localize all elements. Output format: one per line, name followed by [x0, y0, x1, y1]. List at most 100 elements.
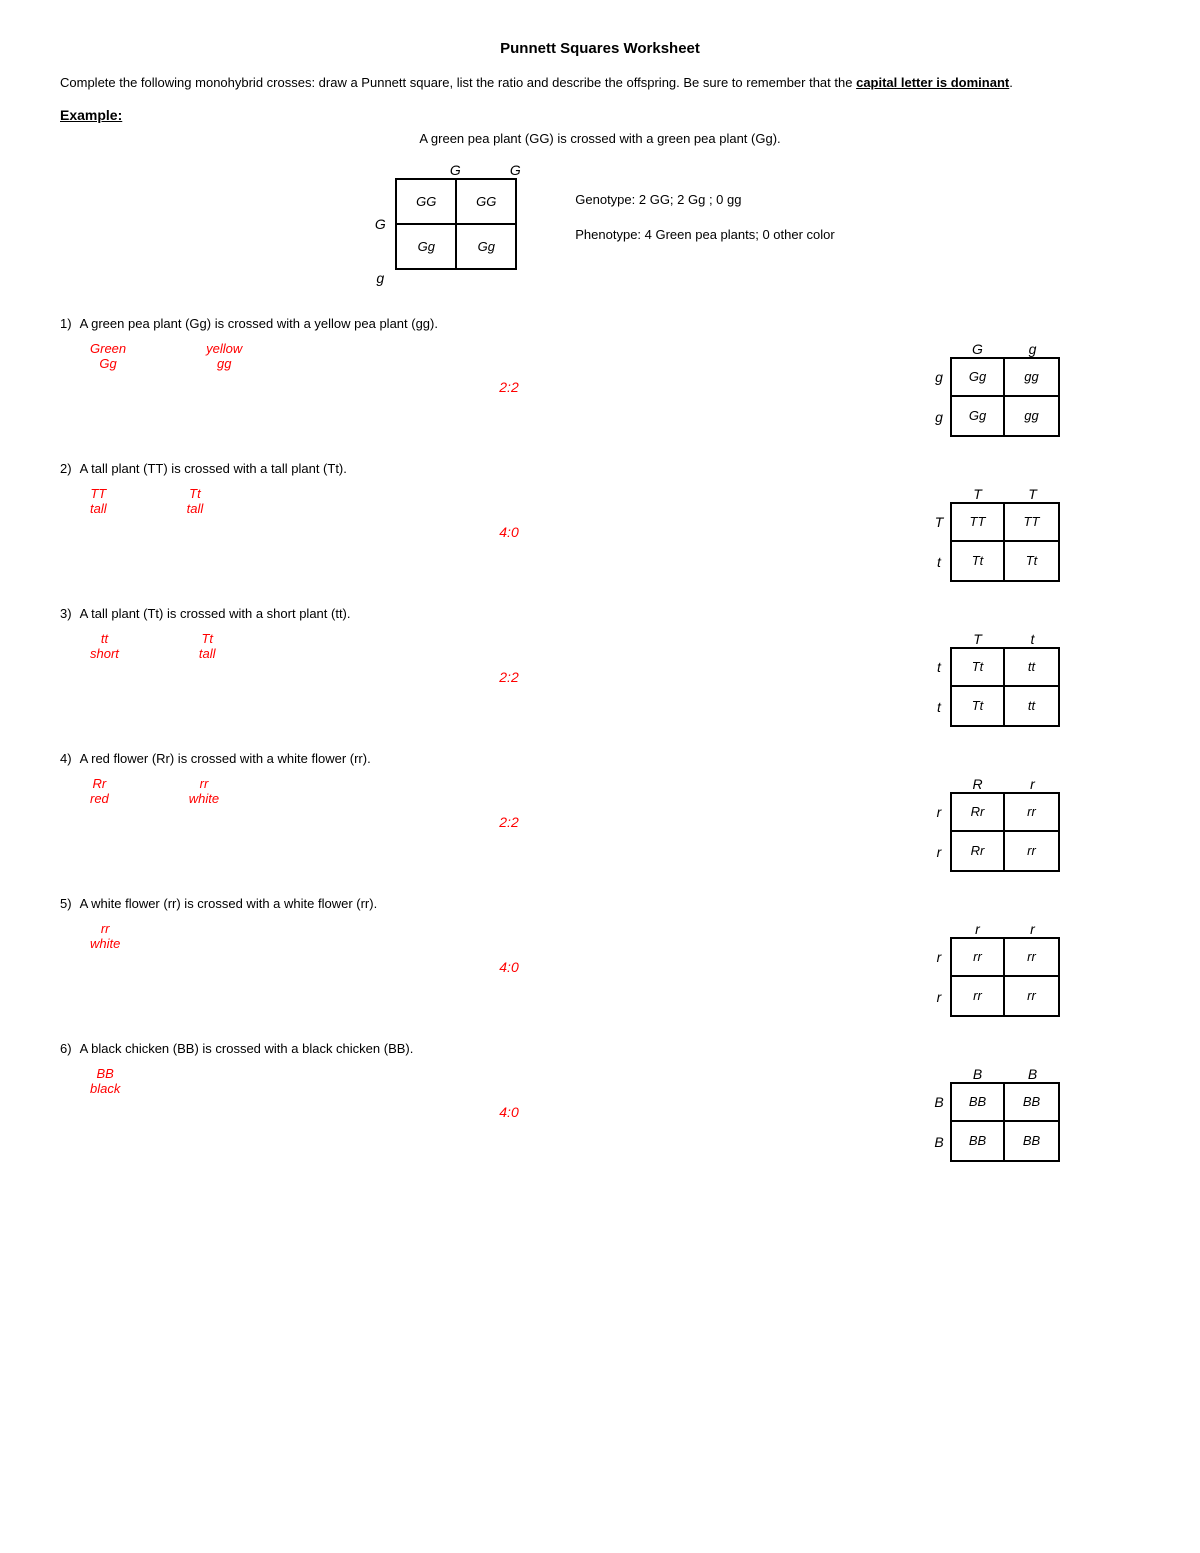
q6-row-label-2: B [928, 1134, 950, 1150]
q3-col-label-1: T [950, 631, 1005, 647]
q6-punnett: BBBBBBBBBBBB [928, 1066, 1060, 1162]
q2-left: TTtallTttall4:0 [60, 486, 928, 540]
q3-col-label-2: t [1005, 631, 1060, 647]
q1-left: GreenGgyellowgg2:2 [60, 341, 928, 395]
example-cell-3: Gg [397, 225, 457, 270]
q4-cell-4: rr [1005, 832, 1060, 872]
q1-col-label-1: G [950, 341, 1005, 357]
q4-left: Rrredrrwhite2:2 [60, 776, 928, 830]
q4-cell-3: Rr [950, 832, 1005, 872]
q2-cell-2: TT [1005, 502, 1060, 542]
q2-row-label-2: t [928, 554, 950, 570]
example-cell-2: GG [457, 180, 517, 225]
q2-row-label-1: T [928, 514, 950, 530]
q4-cell-1: Rr [950, 792, 1005, 832]
q6-answer-1: BBblack [90, 1066, 120, 1096]
q2-cell-4: Tt [1005, 542, 1060, 582]
q2-ratio: 4:0 [90, 524, 928, 540]
q4-text: A red flower (Rr) is crossed with a whit… [80, 751, 371, 766]
q3-left: ttshort Tttall 2:2 [60, 631, 928, 685]
question-4: 4) A red flower (Rr) is crossed with a wh… [60, 751, 1140, 872]
q5-text: A white flower (rr) is crossed with a wh… [80, 896, 378, 911]
q3-cell-3: Tt [950, 687, 1005, 727]
q3-ratio: 2:2 [90, 669, 928, 685]
example-label: Example: [60, 107, 1140, 123]
q5-cell-3: rr [950, 977, 1005, 1017]
example-cell-4: Gg [457, 225, 517, 270]
example-row-1: G GG GG Gg Gg [365, 178, 517, 270]
q1-col-label-2: g [1005, 341, 1060, 357]
q6-cell-4: BB [1005, 1122, 1060, 1162]
q4-punnett: RrrRrrrrRrrr [928, 776, 1060, 872]
q4-answer-1: Rrred [90, 776, 109, 806]
q6-col-label-1: B [950, 1066, 1005, 1082]
q1-cell-2: gg [1005, 357, 1060, 397]
q1-row-label-2: g [928, 409, 950, 425]
q4-ratio: 2:2 [90, 814, 928, 830]
q4-number: 4) [60, 751, 72, 766]
q3-text: A tall plant (Tt) is crossed with a shor… [80, 606, 351, 621]
q2-col-label-2: T [1005, 486, 1060, 502]
example-row-2: g [365, 270, 395, 286]
example-genotype: Genotype: 2 GG; 2 Gg ; 0 gg [575, 192, 834, 207]
q1-number: 1) [60, 316, 72, 331]
q5-cell-4: rr [1005, 977, 1060, 1017]
q4-row-label-1: r [928, 804, 950, 820]
q6-number: 6) [60, 1041, 72, 1056]
q6-text: A black chicken (BB) is crossed with a b… [80, 1041, 414, 1056]
question-6: 6) A black chicken (BB) is crossed with a… [60, 1041, 1140, 1162]
q1-cell-1: Gg [950, 357, 1005, 397]
question-5: 5) A white flower (rr) is crossed with a … [60, 896, 1140, 1017]
q3-row-label-2: t [928, 699, 950, 715]
q6-cell-1: BB [950, 1082, 1005, 1122]
q3-number: 3) [60, 606, 72, 621]
q5-row-label-1: r [928, 949, 950, 965]
example-col-labels: G G [425, 162, 545, 178]
q5-punnett: rrrrrrrrrrrr [928, 921, 1060, 1017]
q2-punnett: TTTTTTTtTtTt [928, 486, 1060, 582]
q1-answer-1: GreenGg [90, 341, 126, 371]
q5-left: rrwhite4:0 [60, 921, 928, 975]
q3-cell-1: Tt [950, 647, 1005, 687]
instructions: Complete the following monohybrid crosse… [60, 73, 1140, 93]
q6-col-label-2: B [1005, 1066, 1060, 1082]
example-cell-1: GG [397, 180, 457, 225]
q5-col-label-1: r [950, 921, 1005, 937]
q6-cell-2: BB [1005, 1082, 1060, 1122]
example-col-label-1: G [425, 162, 485, 178]
question-2: 2)A tall plant (TT) is crossed with a ta… [60, 461, 1140, 582]
example-genotype-phenotype: Genotype: 2 GG; 2 Gg ; 0 gg Phenotype: 4… [575, 162, 834, 242]
q3-cell-2: tt [1005, 647, 1060, 687]
questions-container: 1) A green pea plant (Gg) is crossed with… [60, 316, 1140, 1162]
q6-left: BBblack 4:0 [60, 1066, 928, 1120]
q1-ratio: 2:2 [90, 379, 928, 395]
q3-cell-4: tt [1005, 687, 1060, 727]
example-row-label-1: G [365, 216, 395, 232]
q2-col-label-1: T [950, 486, 1005, 502]
q5-col-label-2: r [1005, 921, 1060, 937]
q3-answer-2: Tttall [199, 631, 216, 661]
q6-cell-3: BB [950, 1122, 1005, 1162]
example-col-label-2: G [485, 162, 545, 178]
q4-cell-2: rr [1005, 792, 1060, 832]
example-grid: GG GG Gg Gg [395, 178, 517, 270]
q5-number: 5) [60, 896, 72, 911]
question-1: 1) A green pea plant (Gg) is crossed with… [60, 316, 1140, 437]
q4-col-label-1: R [950, 776, 1005, 792]
q4-row-label-2: r [928, 844, 950, 860]
q5-answer-1: rrwhite [90, 921, 120, 951]
q2-text: A tall plant (TT) is crossed with a tall… [80, 461, 347, 476]
q6-ratio: 4:0 [90, 1104, 928, 1120]
q1-cell-3: Gg [950, 397, 1005, 437]
example-area: G G G GG GG Gg Gg g Genotype: 2 GG; 2 Gg… [60, 162, 1140, 286]
q5-cell-2: rr [1005, 937, 1060, 977]
q2-answer-1: TTtall [90, 486, 107, 516]
q6-row-label-1: B [928, 1094, 950, 1110]
q3-answer-1: ttshort [90, 631, 119, 661]
q5-cell-1: rr [950, 937, 1005, 977]
q1-row-label-1: g [928, 369, 950, 385]
q1-text: A green pea plant (Gg) is crossed with a… [80, 316, 438, 331]
q2-cell-3: Tt [950, 542, 1005, 582]
example-text: A green pea plant (GG) is crossed with a… [60, 131, 1140, 146]
example-row-label-2: g [365, 270, 395, 286]
